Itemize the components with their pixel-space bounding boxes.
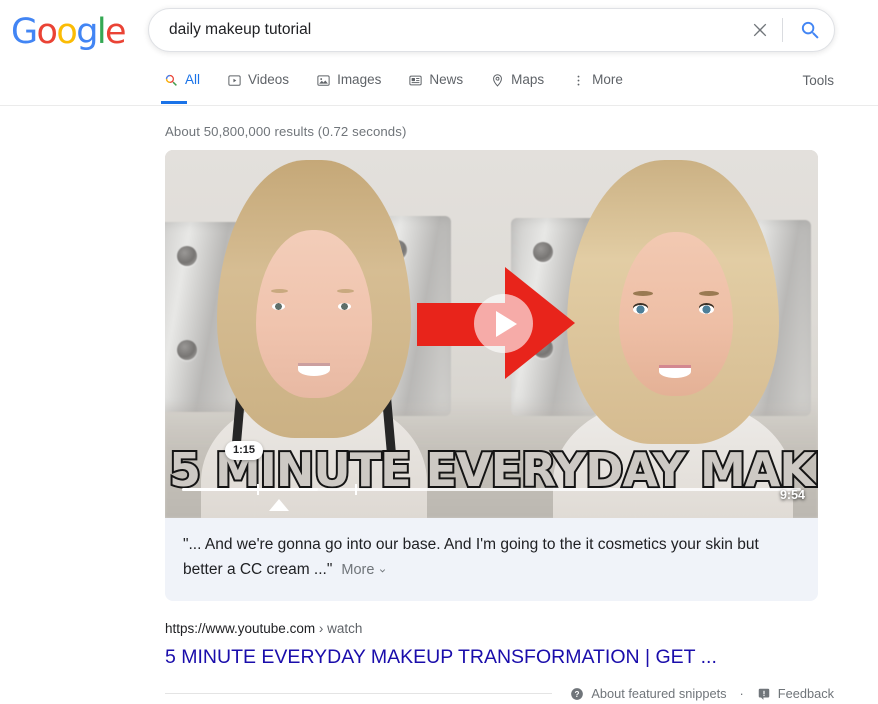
progress-marker-end xyxy=(355,484,357,495)
snippet-more-button[interactable]: More xyxy=(341,562,388,578)
feedback-label: Feedback xyxy=(777,686,834,701)
scrub-time-tooltip: 1:15 xyxy=(225,441,264,460)
about-featured-snippets-label: About featured snippets xyxy=(591,686,727,701)
tab-active-underline xyxy=(161,101,187,104)
svg-text:?: ? xyxy=(575,689,580,698)
clear-search-button[interactable] xyxy=(741,9,779,51)
progress-elapsed xyxy=(182,488,319,491)
feedback-link[interactable]: Feedback xyxy=(757,686,834,701)
tab-all-label: All xyxy=(185,72,201,87)
result-url-path: › watch xyxy=(318,621,363,636)
footer-divider xyxy=(165,693,553,694)
tab-news-label: News xyxy=(429,72,464,87)
more-vertical-icon xyxy=(570,72,586,88)
video-progress-bar[interactable] xyxy=(182,484,801,495)
tab-more[interactable]: More xyxy=(570,62,636,104)
close-icon xyxy=(753,23,767,37)
footer-separator: · xyxy=(739,686,744,701)
search-icon xyxy=(163,72,179,88)
featured-snippet-card: 5 MINUTE EVERYDAY MAKEUP 1:15 9:54 "... … xyxy=(165,150,818,671)
help-circle-icon: ? xyxy=(571,687,584,700)
tab-images[interactable]: Images xyxy=(315,62,394,104)
tab-news[interactable]: News xyxy=(407,62,476,104)
transformation-arrow xyxy=(417,267,575,379)
tab-maps[interactable]: Maps xyxy=(489,62,557,104)
news-icon xyxy=(407,72,423,88)
tab-videos[interactable]: Videos xyxy=(226,62,302,104)
result-url-domain: https://www.youtube.com xyxy=(165,621,316,636)
search-submit-button[interactable] xyxy=(786,9,834,51)
search-nav-bar: All Videos Images News Maps More Tools xyxy=(0,62,878,106)
image-icon xyxy=(315,72,331,88)
search-input[interactable] xyxy=(149,9,741,51)
progress-marker-start xyxy=(257,484,259,495)
video-icon xyxy=(226,72,242,88)
map-pin-icon xyxy=(489,72,505,88)
featured-snippet-footer: ? About featured snippets · Feedback xyxy=(165,683,878,704)
tab-maps-label: Maps xyxy=(511,72,545,87)
google-logo[interactable]: Google xyxy=(11,14,126,50)
search-results: About 50,800,000 results (0.72 seconds) xyxy=(0,106,878,671)
result-title-link[interactable]: 5 MINUTE EVERYDAY MAKEUP TRANSFORMATION … xyxy=(165,643,818,671)
tools-button[interactable]: Tools xyxy=(802,73,834,88)
search-divider xyxy=(782,18,783,42)
tab-images-label: Images xyxy=(337,72,382,87)
search-tabs: All Videos Images News Maps More xyxy=(161,62,649,106)
play-icon xyxy=(495,310,517,337)
tab-more-label: More xyxy=(592,72,623,87)
tab-all[interactable]: All xyxy=(161,62,213,104)
featured-video-thumbnail[interactable]: 5 MINUTE EVERYDAY MAKEUP 1:15 9:54 xyxy=(165,150,818,518)
video-duration-badge: 9:54 xyxy=(779,488,805,502)
result-stats: About 50,800,000 results (0.72 seconds) xyxy=(165,124,407,139)
result-link-block: https://www.youtube.com › watch 5 MINUTE… xyxy=(165,601,818,671)
search-icon xyxy=(801,21,819,39)
footer-links: ? About featured snippets · Feedback xyxy=(570,686,878,701)
search-header: Google xyxy=(0,0,878,62)
snippet-more-label: More xyxy=(341,562,375,578)
play-button[interactable] xyxy=(474,294,533,353)
tab-videos-label: Videos xyxy=(248,72,290,87)
scrub-caret xyxy=(269,499,289,511)
feedback-icon xyxy=(758,688,770,700)
result-url[interactable]: https://www.youtube.com › watch xyxy=(165,619,818,639)
chevron-down-icon xyxy=(380,568,386,573)
snippet-text: "... And we're gonna go into our base. A… xyxy=(183,536,759,578)
about-featured-snippets-link[interactable]: ? About featured snippets xyxy=(570,686,727,701)
search-box[interactable] xyxy=(148,8,835,52)
featured-snippet-box: "... And we're gonna go into our base. A… xyxy=(165,518,818,601)
